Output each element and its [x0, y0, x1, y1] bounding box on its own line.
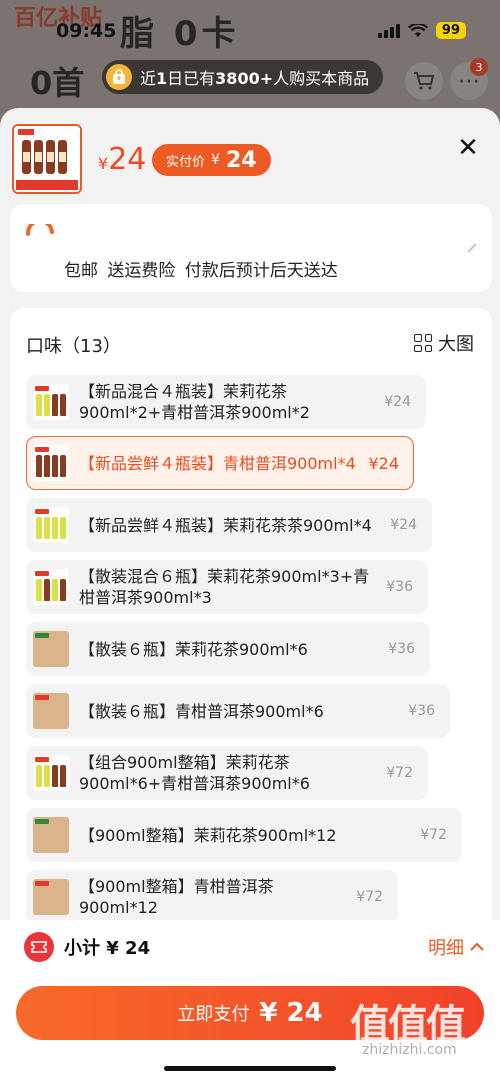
option-label: 【新品混合４瓶装】茉莉花茶900ml*2+青柑普洱茶900ml*2 — [79, 382, 310, 422]
option-thumbnail — [33, 631, 69, 667]
detail-label: 明细 — [428, 938, 464, 959]
option-price: ¥72 — [356, 889, 383, 905]
net-price-badge: 实付价 ¥ 24 — [152, 144, 271, 176]
option-label: 【组合900ml整箱】茉莉花茶900ml*6+青柑普洱茶900ml*6 — [79, 753, 310, 793]
cart-icon[interactable] — [405, 62, 443, 100]
option-item[interactable]: 【散装混合６瓶】茉莉花茶900ml*3+青柑普洱茶900ml*3 ¥36 — [26, 560, 428, 614]
subtotal: 小计 ¥ 24 — [64, 938, 151, 959]
option-label: 【新品尝鲜４瓶装】青柑普洱900ml*4 — [79, 453, 356, 473]
option-price: ¥36 — [386, 579, 413, 595]
option-item[interactable]: 【散装６瓶】青柑普洱茶900ml*6 ¥36 — [26, 684, 450, 738]
option-item[interactable]: 【900ml整箱】茉莉花茶900ml*12 ¥72 — [26, 808, 462, 862]
option-item[interactable]: 【散装６瓶】茉莉花茶900ml*6 ¥36 — [26, 622, 430, 676]
notification-badge: 3 — [470, 58, 488, 76]
detail-toggle[interactable]: 明细 — [428, 934, 484, 960]
home-indicator — [164, 1066, 336, 1071]
sheet-header: ¥24 实付价 ¥ 24 ✕ — [0, 108, 500, 208]
option-label: 【新品尝鲜４瓶装】茉莉花茶茶900ml*4 — [79, 515, 372, 535]
bag-icon — [106, 64, 132, 90]
option-label: 【散装混合６瓶】茉莉花茶900ml*3+青柑普洱茶900ml*3 — [79, 567, 370, 607]
option-thumbnail — [33, 817, 69, 853]
coupon-icon — [24, 932, 54, 962]
option-item[interactable]: 【900ml整箱】青柑普洱茶900ml*12 ¥72 — [26, 870, 398, 924]
option-thumbnail — [33, 569, 69, 605]
option-price: ¥36 — [388, 641, 415, 657]
option-price: ¥24 — [368, 453, 399, 473]
option-thumbnail — [33, 445, 69, 481]
chevron-up-icon — [470, 942, 484, 951]
option-price: ¥72 — [386, 765, 413, 781]
option-thumbnail — [33, 507, 69, 543]
close-icon[interactable]: ✕ — [454, 133, 482, 163]
option-item-selected[interactable]: 【新品尝鲜４瓶装】青柑普洱900ml*4 ¥24 — [26, 436, 414, 490]
location-icon — [25, 224, 54, 236]
wifi-icon — [407, 23, 428, 37]
signal-icon — [377, 23, 400, 38]
battery-icon: 99 — [435, 22, 466, 39]
option-thumbnail — [33, 879, 69, 915]
option-label: 【900ml整箱】茉莉花茶900ml*12 — [79, 825, 337, 845]
option-item[interactable]: 【新品混合４瓶装】茉莉花茶900ml*2+青柑普洱茶900ml*2 ¥24 — [26, 375, 426, 429]
edit-icon[interactable] — [466, 242, 478, 258]
current-price: ¥24 — [98, 142, 147, 177]
product-thumbnail[interactable] — [12, 124, 82, 194]
option-thumbnail — [33, 755, 69, 791]
recent-purchase-pill: 近1日已有3800+人购买本商品 — [102, 60, 384, 94]
recent-purchase-text: 近1日已有3800+人购买本商品 — [140, 69, 370, 88]
background-subtitle: 0首 — [30, 64, 85, 102]
big-image-label: 大图 — [438, 334, 474, 355]
grid-icon — [414, 334, 432, 352]
status-bar: 09:45 99 — [0, 0, 500, 54]
option-price: ¥72 — [420, 827, 447, 843]
pay-amount: ¥ 24 — [259, 998, 323, 1028]
shipping-card[interactable]: 包邮 送运费险 付款后预计后天送达 — [10, 204, 492, 292]
options-title: 口味（13） — [26, 336, 121, 357]
option-item[interactable]: 【新品尝鲜４瓶装】茉莉花茶茶900ml*4 ¥24 — [26, 498, 432, 552]
pay-label: 立即支付 — [177, 1004, 250, 1025]
option-label: 【散装６瓶】茉莉花茶900ml*6 — [79, 639, 308, 659]
shipping-info: 包邮 送运费险 付款后预计后天送达 — [64, 261, 338, 281]
option-price: ¥36 — [408, 703, 435, 719]
option-label: 【散装６瓶】青柑普洱茶900ml*6 — [79, 701, 324, 721]
option-price: ¥24 — [384, 394, 411, 410]
option-item[interactable]: 【组合900ml整箱】茉莉花茶900ml*6+青柑普洱茶900ml*6 ¥72 — [26, 746, 428, 800]
option-thumbnail — [33, 384, 69, 420]
watermark-url: zhizhizhi.com — [362, 1042, 457, 1058]
option-thumbnail — [33, 693, 69, 729]
status-time: 09:45 — [56, 20, 117, 42]
status-icons: 99 — [377, 22, 466, 39]
option-price: ¥24 — [390, 517, 417, 533]
option-label: 【900ml整箱】青柑普洱茶900ml*12 — [79, 877, 274, 917]
big-image-toggle[interactable]: 大图 — [414, 330, 474, 356]
flavor-options-card: 口味（13） 大图 【新品混合４瓶装】茉莉花茶900ml*2+青柑普洱茶900m… — [10, 308, 492, 1008]
